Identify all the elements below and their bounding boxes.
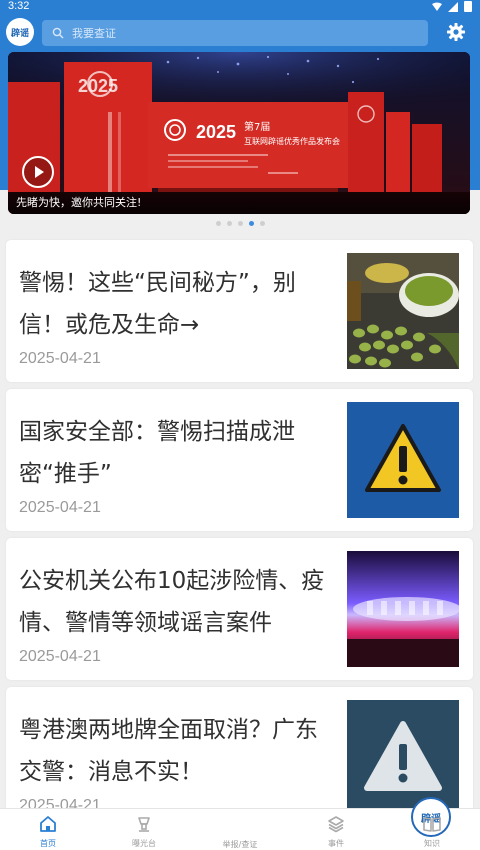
news-date: 2025-04-21 [19, 648, 101, 665]
battery-icon [464, 1, 472, 12]
news-title: 警惕！这些“民间秘方”，别信！或危及生命→ [19, 270, 296, 338]
news-date: 2025-04-21 [19, 499, 101, 516]
gear-icon[interactable] [446, 22, 466, 42]
book-icon [423, 817, 441, 832]
banner-image: 2025 2025 第7届 互联网辟谣优秀作品发布会 [8, 52, 470, 214]
banner-caption: 先睹为快，邀你共同关注! [16, 196, 142, 209]
nav-label: 知识 [424, 839, 440, 848]
banner-edition-text: 第7届 [244, 120, 270, 133]
nav-item-knowledge[interactable]: 知识 [384, 809, 480, 850]
news-title: 国家安全部：警惕扫描成泄密“推手” [19, 419, 295, 487]
top-bar: 辟谣 我要查证 [0, 18, 480, 48]
nav-label: 事件 [328, 839, 344, 848]
carousel-dot[interactable] [237, 221, 243, 226]
home-icon [40, 816, 56, 832]
search-icon [52, 27, 64, 39]
police-light-image [347, 551, 459, 667]
carousel-dot-active[interactable] [248, 221, 254, 226]
app-logo[interactable]: 辟谣 [6, 18, 34, 46]
app-logo-text: 辟谣 [10, 28, 29, 39]
app-screen: 3:32 辟谣 我要查证 2025 2025 第7届 互联网辟谣优秀作品发布会 … [0, 0, 480, 850]
bottom-nav: 首页 曝光台 辟谣 举报/查证 事件 知识 [0, 797, 480, 850]
news-date: 2025-04-21 [19, 350, 101, 367]
nav-label: 举报/查证 [222, 840, 258, 849]
wifi-icon [432, 2, 442, 11]
banner-year-text: 2025 [196, 122, 236, 142]
news-title: 粤港澳两地牌全面取消？广东交警：消息不实！ [19, 717, 318, 785]
play-icon [35, 166, 44, 178]
spotlight-icon [138, 817, 150, 832]
news-card[interactable]: 公安机关公布10起涉险情、疫情、警情等领域谣言案件 2025-04-21 [6, 538, 473, 680]
play-video-button[interactable] [22, 156, 54, 188]
carousel-dot[interactable] [259, 221, 265, 226]
signal-icon [448, 1, 458, 12]
news-title: 公安机关公布10起涉险情、疫情、警情等领域谣言案件 [19, 568, 325, 636]
carousel-dot[interactable] [215, 221, 221, 226]
carousel-dot[interactable] [226, 221, 232, 226]
news-card[interactable]: 警惕！这些“民间秘方”，别信！或危及生命→ 2025-04-21 [6, 240, 473, 382]
status-bar: 3:32 [0, 0, 480, 14]
news-card[interactable]: 国家安全部：警惕扫描成泄密“推手” 2025-04-21 [6, 389, 473, 531]
nav-item-events[interactable]: 事件 [288, 809, 384, 850]
search-input[interactable]: 我要查证 [42, 20, 428, 46]
svg-text:2025: 2025 [78, 76, 118, 96]
nav-item-exposure[interactable]: 曝光台 [96, 809, 192, 850]
nav-item-home[interactable]: 首页 [0, 809, 96, 850]
nav-label: 曝光台 [132, 839, 156, 848]
search-placeholder: 我要查证 [72, 27, 116, 40]
layers-icon [328, 816, 344, 833]
carousel-indicator [0, 221, 480, 226]
banner-stage-title: 互联网辟谣优秀作品发布会 [244, 136, 340, 146]
banner-carousel[interactable]: 2025 2025 第7届 互联网辟谣优秀作品发布会 先睹为快，邀你共同关注! [8, 52, 470, 214]
warning-sign-image [347, 700, 459, 816]
nav-item-report[interactable]: 辟谣 举报/查证 [192, 797, 451, 850]
warning-sign-image [347, 402, 459, 518]
status-icons [432, 1, 472, 12]
nav-label: 首页 [40, 839, 56, 848]
status-time: 3:32 [8, 0, 30, 12]
herbal-pills-image [347, 253, 459, 369]
